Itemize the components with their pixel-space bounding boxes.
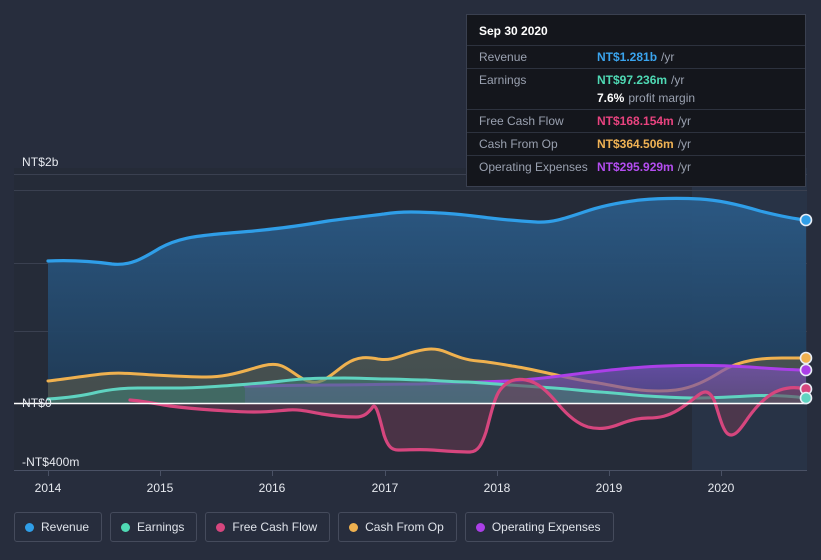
legend-item-operating-expenses[interactable]: Operating Expenses <box>464 512 614 542</box>
tooltip-unit-profit-margin: profit margin <box>628 91 696 105</box>
tooltip-value-earnings: NT$97.236m <box>597 73 668 87</box>
endpoint-marker-earnings <box>799 391 813 405</box>
x-axis-tick-2014: 2014 <box>34 481 62 495</box>
tooltip-label-earnings: Earnings <box>479 73 527 87</box>
legend-label-earnings: Earnings <box>137 520 185 534</box>
tooltip-value-operating-expenses: NT$295.929m <box>597 160 674 174</box>
tooltip-value-profit-margin: 7.6% <box>597 91 625 105</box>
legend-item-free-cash-flow[interactable]: Free Cash Flow <box>205 512 331 542</box>
tooltip-row-free-cash-flow: Free Cash Flow NT$168.154m /yr <box>467 109 805 132</box>
legend-dot-operating-expenses-icon <box>475 522 485 532</box>
legend-dot-cash-from-op-icon <box>349 522 359 532</box>
endpoint-marker-revenue <box>799 213 813 227</box>
legend-dot-revenue-icon <box>25 522 34 532</box>
tooltip-label-free-cash-flow: Free Cash Flow <box>479 114 564 128</box>
legend-item-earnings[interactable]: Earnings <box>110 512 198 542</box>
tooltip-value-revenue: NT$1.281b <box>597 50 658 64</box>
tooltip-unit-earnings: /yr <box>671 73 685 87</box>
legend-dot-earnings-icon <box>121 522 131 532</box>
tooltip-row-operating-expenses: Operating Expenses NT$295.929m /yr <box>467 155 805 178</box>
tooltip-unit-free-cash-flow: /yr <box>677 114 692 128</box>
tooltip-row-profit-margin: 7.6% profit margin <box>467 91 805 109</box>
legend-label-free-cash-flow: Free Cash Flow <box>232 520 318 534</box>
y-axis-label-zero: NT$0 <box>22 396 52 410</box>
financial-chart-screenshot: NT$2b NT$0 -NT$400m 2014 2015 2016 2017 … <box>0 0 821 560</box>
legend-dot-free-cash-flow-icon <box>216 522 226 532</box>
chart-tooltip: Sep 30 2020 Revenue NT$1.281b /yr Earnin… <box>466 14 806 187</box>
tooltip-value-free-cash-flow: NT$168.154m <box>597 114 674 128</box>
tooltip-unit-operating-expenses: /yr <box>677 160 692 174</box>
tooltip-row-earnings: Earnings NT$97.236m /yr <box>467 68 805 91</box>
legend-label-operating-expenses: Operating Expenses <box>491 520 601 534</box>
endpoint-marker-cash-from-op <box>799 351 813 365</box>
endpoint-marker-operating-expenses <box>799 363 813 377</box>
tooltip-unit-cash-from-op: /yr <box>677 137 692 151</box>
tooltip-row-cash-from-op: Cash From Op NT$364.506m /yr <box>467 132 805 155</box>
tooltip-label-cash-from-op: Cash From Op <box>479 137 558 151</box>
tooltip-row-revenue: Revenue NT$1.281b /yr <box>467 45 805 68</box>
tooltip-unit-revenue: /yr <box>661 50 675 64</box>
x-axis-tick-2018: 2018 <box>483 481 511 495</box>
tooltip-value-cash-from-op: NT$364.506m <box>597 137 674 151</box>
legend-label-cash-from-op: Cash From Op <box>365 520 444 534</box>
legend-label-revenue: Revenue <box>41 520 90 534</box>
legend-item-cash-from-op[interactable]: Cash From Op <box>338 512 457 542</box>
x-axis-tick-2017: 2017 <box>371 481 399 495</box>
tooltip-label-revenue: Revenue <box>479 50 528 64</box>
tooltip-date: Sep 30 2020 <box>479 24 548 38</box>
x-axis-tick-2020: 2020 <box>707 481 735 495</box>
legend-item-revenue[interactable]: Revenue <box>14 512 103 542</box>
y-axis-label-top: NT$2b <box>22 155 59 169</box>
y-axis-label-bottom: -NT$400m <box>22 455 80 469</box>
x-axis-tick-2015: 2015 <box>146 481 174 495</box>
tooltip-label-operating-expenses: Operating Expenses <box>479 160 588 174</box>
x-axis-tick-2019: 2019 <box>595 481 623 495</box>
chart-legend: Revenue Earnings Free Cash Flow Cash Fro… <box>14 512 614 542</box>
x-axis-tick-2016: 2016 <box>258 481 286 495</box>
